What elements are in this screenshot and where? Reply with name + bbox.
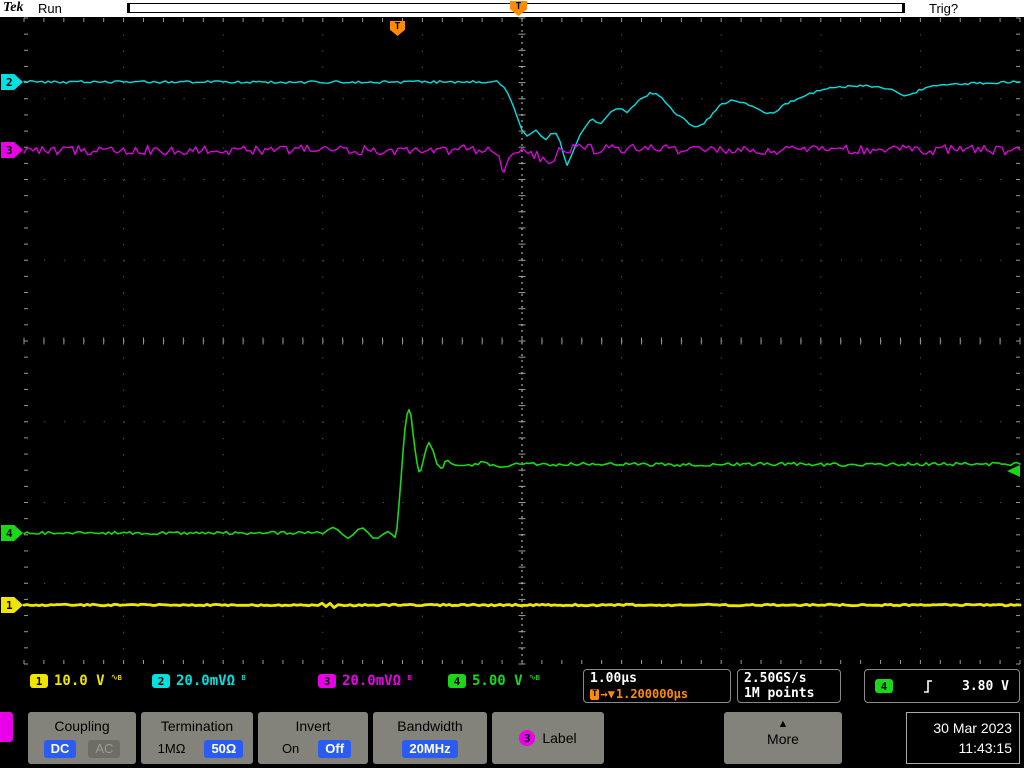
coupling-title: Coupling: [54, 718, 110, 734]
ch4-bandwidth-limit-icon: ∿ʙ: [528, 673, 541, 683]
termination-button[interactable]: Termination 1MΩ 50Ω: [141, 712, 253, 764]
ch4-scale: 5.00 V: [472, 673, 523, 689]
ch3-scale: 20.0mVΩ: [342, 673, 402, 689]
invert-title: Invert: [295, 718, 331, 734]
record-view-bracket: [902, 4, 904, 12]
date-text: 30 Mar 2023: [933, 720, 1012, 736]
trigger-delay-readout: T →▼ 1.200000µs: [590, 687, 724, 701]
bandwidth-button[interactable]: Bandwidth 20MHz: [373, 712, 487, 764]
active-channel-tab: [0, 712, 13, 742]
bandwidth-title: Bandwidth: [397, 718, 463, 734]
datetime-display: 30 Mar 2023 11:43:15: [906, 712, 1020, 764]
label-button[interactable]: 3 Label: [492, 712, 604, 764]
waveform-display: [22, 17, 1022, 665]
invert-off-option[interactable]: Off: [318, 740, 352, 758]
ch2-badge: 2: [152, 674, 170, 688]
invert-button[interactable]: Invert On Off: [258, 712, 368, 764]
oscilloscope-screen: Tek Run T Trig? T 2 3 4 1 1 10.0 V ∿ʙ 2 …: [0, 0, 1024, 768]
rising-edge-icon: [923, 680, 932, 693]
trigger-source-badge: 4: [875, 679, 893, 693]
trigger-readout: 4 3.80 V: [864, 669, 1020, 703]
ch3-badge: 3: [318, 674, 336, 688]
label-title: Label: [542, 730, 577, 746]
ch1-readout: 1 10.0 V ∿ʙ: [30, 672, 123, 690]
ch1-scale: 10.0 V: [54, 673, 105, 689]
time-text: 11:43:15: [958, 740, 1012, 756]
ch4-readout: 4 5.00 V ∿ʙ: [448, 672, 541, 690]
more-button[interactable]: ▲ More: [724, 712, 842, 764]
ch4-badge: 4: [448, 674, 466, 688]
acquisition-readout: 2.50GS/s 1M points: [737, 669, 841, 703]
horizontal-readout: 1.00µs T →▼ 1.200000µs: [583, 669, 731, 703]
termination-50ohm-option[interactable]: 50Ω: [204, 740, 244, 758]
trigger-level: 3.80 V: [962, 678, 1009, 694]
trigger-status: Trig?: [929, 1, 959, 16]
invert-on-option[interactable]: On: [275, 740, 306, 758]
chevron-up-icon: ▲: [777, 718, 789, 730]
coupling-button[interactable]: Coupling DC AC: [28, 712, 136, 764]
sample-rate: 2.50GS/s: [744, 671, 807, 686]
coupling-dc-option[interactable]: DC: [43, 740, 77, 758]
bandwidth-20mhz-option[interactable]: 20MHz: [402, 740, 458, 758]
acquisition-status: Run: [38, 1, 62, 16]
ch1-bandwidth-limit-icon: ∿ʙ: [110, 673, 123, 683]
ch3-bandwidth-limit-icon: ʙ: [407, 673, 413, 683]
trigger-position-flag-icon: T: [510, 1, 527, 16]
more-title: More: [767, 731, 799, 747]
coupling-ac-option[interactable]: AC: [88, 740, 121, 758]
ch2-readout: 2 20.0mVΩ ʙ: [152, 672, 247, 690]
trigger-t-icon: T: [590, 688, 600, 700]
record-length: 1M points: [744, 686, 815, 701]
termination-title: Termination: [160, 718, 234, 734]
timebase-scale: 1.00µs: [590, 671, 637, 686]
ch2-bandwidth-limit-icon: ʙ: [241, 673, 247, 683]
tek-logo: Tek: [3, 0, 24, 15]
ch3-readout: 3 20.0mVΩ ʙ: [318, 672, 413, 690]
termination-1m-option[interactable]: 1MΩ: [151, 740, 193, 758]
status-bar: Tek Run T Trig?: [0, 0, 1024, 17]
delay-value: 1.200000µs: [615, 687, 689, 701]
label-channel-badge: 3: [519, 730, 536, 746]
delay-arrows-icon: →▼: [600, 687, 615, 701]
record-view-bracket: [128, 4, 130, 12]
ch2-scale: 20.0mVΩ: [176, 673, 236, 689]
ch1-badge: 1: [30, 674, 48, 688]
